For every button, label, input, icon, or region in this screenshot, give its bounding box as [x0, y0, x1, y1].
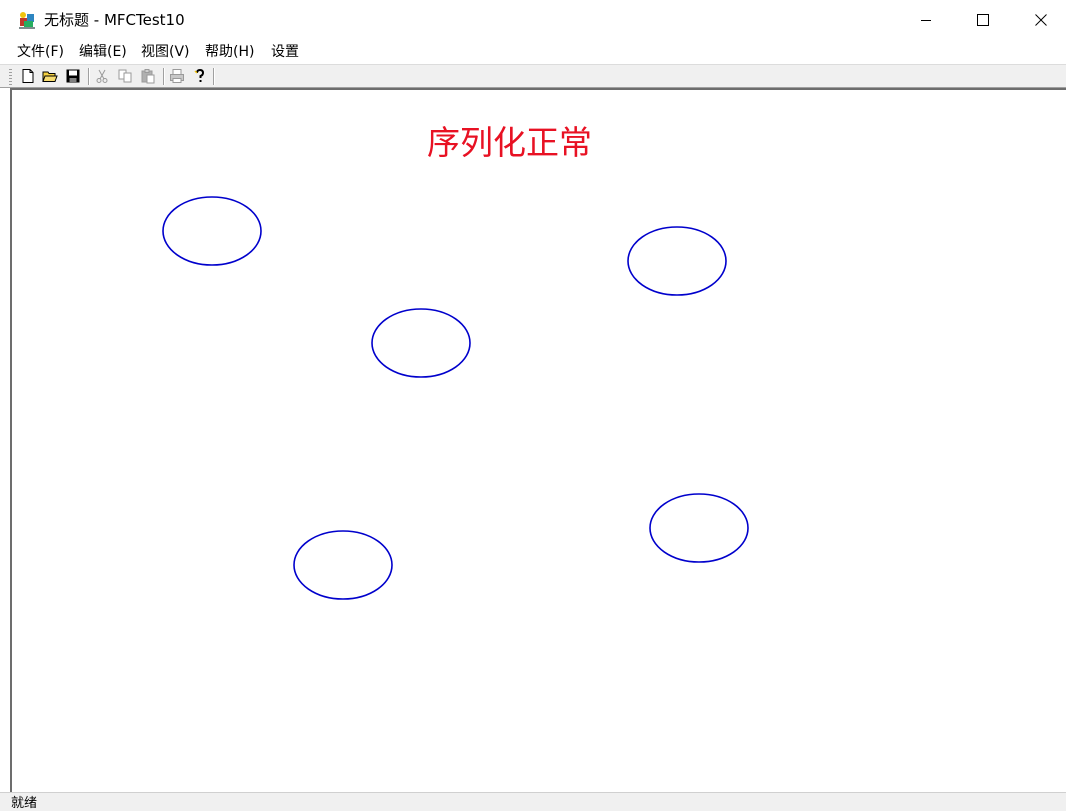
new-file-icon — [22, 69, 34, 83]
title-bar[interactable]: 无标题 - MFCTest10 — [0, 0, 1066, 40]
menu-bar: 文件(F) 编辑(E) 视图(V) 帮助(H) 设置 — [0, 40, 1066, 64]
print-icon — [170, 69, 184, 83]
status-bar: 就绪 — [0, 792, 1066, 811]
ellipse-drawing — [162, 196, 749, 600]
menu-edit[interactable]: 编辑(E) — [79, 43, 127, 61]
close-icon — [1035, 14, 1047, 26]
ellipse-shape — [371, 308, 471, 378]
view-canvas[interactable]: 序列化正常 — [10, 88, 1066, 792]
cut-button[interactable] — [92, 67, 112, 85]
minimize-button[interactable] — [897, 0, 955, 40]
cut-icon — [96, 69, 108, 83]
maximize-icon — [977, 14, 989, 26]
toolbar-separator — [88, 68, 89, 85]
window-title: 无标题 - MFCTest10 — [44, 11, 185, 29]
paste-icon — [141, 69, 155, 84]
maximize-button[interactable] — [954, 0, 1012, 40]
save-button[interactable] — [63, 67, 83, 85]
toolbar-separator — [213, 68, 214, 85]
menu-settings[interactable]: 设置 — [271, 43, 299, 61]
close-button[interactable] — [1012, 0, 1066, 40]
minimize-icon — [921, 20, 931, 21]
menu-help[interactable]: 帮助(H) — [205, 43, 254, 61]
status-text: 就绪 — [11, 796, 38, 811]
paste-button[interactable] — [138, 67, 158, 85]
help-button[interactable] — [190, 67, 210, 85]
toolbar-grip[interactable] — [9, 69, 12, 85]
save-icon — [66, 69, 80, 83]
help-icon — [194, 68, 205, 82]
copy-icon — [118, 69, 132, 83]
menu-file[interactable]: 文件(F) — [17, 43, 64, 61]
ellipse-shape — [649, 493, 749, 563]
copy-button[interactable] — [115, 67, 135, 85]
open-folder-icon — [42, 71, 58, 82]
ellipse-shape — [293, 530, 393, 600]
ellipse-shape — [627, 226, 727, 296]
print-button[interactable] — [167, 67, 187, 85]
mfc-app-icon — [19, 12, 35, 29]
toolbar — [0, 64, 1066, 88]
menu-view[interactable]: 视图(V) — [141, 43, 190, 61]
ellipse-shape — [162, 196, 262, 266]
new-button[interactable] — [18, 67, 38, 85]
open-button[interactable] — [40, 67, 60, 85]
toolbar-separator — [163, 68, 164, 85]
